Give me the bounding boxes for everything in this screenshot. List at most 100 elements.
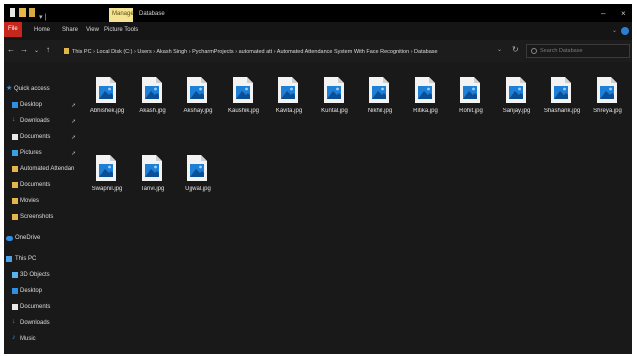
documents-icon [12,304,18,310]
sidebar-item-label: OneDrive [15,235,41,241]
sidebar-item-label: Documents [20,304,51,310]
file-name: Akshay.jpg [183,108,213,114]
file-item[interactable]: Kavita.jpg [266,76,312,146]
file-name: Shashank.jpg [543,108,581,114]
file-tab[interactable]: File [4,22,22,37]
address-dropdown-icon[interactable]: ⌄ [497,46,502,53]
file-item[interactable]: Kaushik.jpg [221,76,267,146]
sidebar-item-label: Desktop [20,102,43,108]
file-item[interactable]: Ujjwal.jpg [175,154,221,224]
file-item[interactable]: Shashank.jpg [539,76,585,146]
file-item[interactable]: Swapnil.jpg [84,154,130,224]
sidebar-item-label: 3D Objects [20,272,50,278]
desktop-icon [12,102,18,108]
manage-tab-label: Manage [112,11,134,17]
sidebar-item-label: Documents [20,134,51,140]
sidebar-item-label: Downloads [20,320,50,326]
file-item[interactable]: Ritika.jpg [403,76,449,146]
forward-arrow-icon[interactable]: → [20,45,28,54]
pc-icon [6,256,12,262]
file-explorer-window: ▾ | Manage Database – × File Home Share … [4,4,632,354]
tab-home[interactable]: Home [34,27,50,33]
close-button[interactable]: × [621,9,626,18]
image-file-icon [278,77,298,103]
search-icon [531,48,537,54]
sidebar-item-label: Desktop [20,288,43,294]
pictures-icon [12,150,18,156]
sidebar-item-label: Quick access [14,86,50,92]
minimize-button[interactable]: – [601,9,605,18]
tab-view[interactable]: View [86,27,99,33]
file-item[interactable]: Akash.jpg [130,76,176,146]
file-item[interactable]: Akshay.jpg [175,76,221,146]
image-file-icon [551,77,571,103]
file-item[interactable]: Sanjay.jpg [494,76,540,146]
image-file-icon [187,155,207,181]
folder-icon [12,214,18,220]
properties-icon[interactable] [10,8,15,17]
folder-icon [12,166,18,172]
sidebar-item-label: Automated Attendan [20,166,75,172]
pin-icon: ➚ [71,151,77,157]
search-box[interactable]: Search Database [526,44,630,58]
sidebar-item-label: Documents [20,182,51,188]
file-name: Akash.jpg [139,108,166,114]
pin-icon: ➚ [71,135,77,141]
image-file-icon [232,77,253,103]
image-file-icon [96,77,116,103]
file-tab-label: File [8,26,18,32]
file-name: Sanjay.jpg [502,108,531,114]
image-file-icon [141,155,162,181]
tab-picture-tools[interactable]: Picture Tools [104,27,138,33]
back-arrow-icon[interactable]: ← [7,45,15,54]
file-name: Shreya.jpg [593,108,622,114]
sidebar-item-label: Movies [20,198,40,204]
ribbon-expand-icon[interactable]: ⌄ [612,27,617,34]
file-item[interactable]: Kuntal.jpg [312,76,358,146]
title-bar: ▾ | Manage Database – × [4,4,632,22]
file-item[interactable]: Abhishek.jpg [84,76,130,146]
music-icon: ♪ [12,334,16,341]
file-name: Kaushik.jpg [227,108,260,114]
address-row: ← → ⌄ ↑ This PC › Local Disk (C:) › User… [4,40,632,62]
file-name: Rohit.jpg [459,108,483,114]
file-name: Tanvi.jpg [140,186,165,192]
documents-icon [12,134,18,140]
sidebar-item-label: Downloads [20,118,50,124]
sidebar-item-label: Pictures [20,150,42,156]
refresh-icon[interactable]: ↻ [512,45,519,54]
address-bar[interactable]: This PC › Local Disk (C:) › Users › Akas… [72,46,520,58]
new-folder-icon[interactable] [19,8,26,17]
ribbon-tabs: File Home Share View Picture Tools ⌄ [4,22,632,40]
quick-access-dropdown-icon[interactable]: ▾ | [39,13,46,21]
image-file-icon [505,77,526,103]
file-item[interactable]: Rohit.jpg [448,76,494,146]
file-item[interactable]: Tanvi.jpg [130,154,176,224]
image-file-icon [414,77,435,103]
folder-icon[interactable] [29,8,35,17]
desktop-icon [12,288,18,294]
download-icon: ↓ [12,318,16,325]
folder-icon [12,198,18,204]
help-icon[interactable] [621,27,629,35]
sidebar-item-label: Screenshots [20,214,54,220]
up-arrow-icon[interactable]: ↑ [46,45,50,54]
file-name: Kuntal.jpg [321,108,348,114]
image-file-icon [460,77,480,103]
folder-icon [12,182,18,188]
image-file-icon [141,77,162,103]
image-file-icon [96,155,116,181]
search-input[interactable]: Search Database [540,48,583,54]
folder-icon [64,48,69,54]
file-item[interactable]: Shreya.jpg [585,76,631,146]
image-file-icon [369,77,389,103]
image-file-icon [323,77,344,103]
manage-tab[interactable]: Manage [109,8,134,22]
tab-share[interactable]: Share [62,27,78,33]
file-name: Abhishek.jpg [89,108,125,114]
file-name: Ujjwal.jpg [185,186,211,192]
recent-locations-icon[interactable]: ⌄ [34,47,39,54]
file-name: Kavita.jpg [275,108,303,114]
cube-icon [12,272,18,278]
file-item[interactable]: Nikhil.jpg [357,76,403,146]
